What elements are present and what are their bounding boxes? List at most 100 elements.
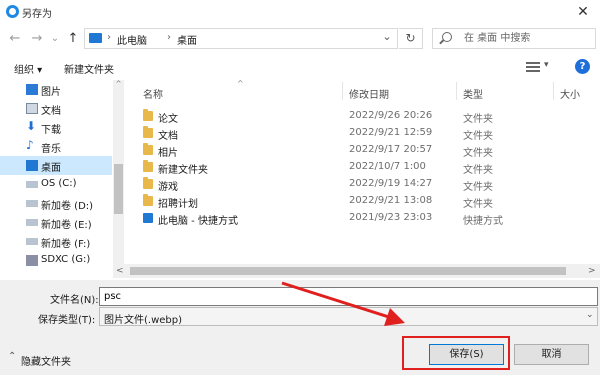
help-icon[interactable]: ? — [575, 59, 590, 74]
sidebar-item-drive-f[interactable]: 新加卷 (F:) — [0, 232, 112, 251]
file-date: 2022/9/21 13:08 — [349, 195, 433, 206]
search-input[interactable] — [464, 31, 590, 45]
hide-folders-toggle[interactable]: 隐藏文件夹 — [21, 353, 71, 368]
sort-ascending-icon: ^ — [237, 79, 244, 88]
sidebar-scroll-thumb[interactable] — [114, 164, 123, 214]
folder-icon — [143, 109, 153, 121]
column-header-date[interactable]: 修改日期 — [349, 86, 389, 101]
search-icon — [442, 32, 452, 42]
filename-label: 文件名(N): — [50, 295, 99, 306]
music-icon: ♪ — [26, 138, 34, 152]
scroll-left-icon[interactable]: < — [116, 266, 124, 276]
sidebar-item-label: 新加卷 (D:) — [41, 201, 94, 212]
file-type: 文件夹 — [463, 114, 493, 125]
file-date: 2021/9/23 23:03 — [349, 212, 433, 223]
sidebar-item-drive-d[interactable]: 新加卷 (D:) — [0, 194, 112, 213]
cancel-button[interactable]: 取消 — [514, 344, 589, 365]
title-bar — [0, 0, 600, 24]
chevron-up-icon[interactable]: ⌃ — [8, 351, 16, 362]
organize-button[interactable]: 组织 ▾ — [14, 61, 42, 76]
file-row[interactable]: 游戏 2022/9/19 14:27 文件夹 — [130, 176, 570, 193]
column-header-name[interactable]: 名称 — [143, 86, 163, 101]
column-divider[interactable] — [456, 82, 457, 100]
sidebar-item-label: OS (C:) — [41, 178, 77, 189]
scroll-right-icon[interactable]: > — [588, 266, 596, 276]
scroll-up-icon[interactable]: ^ — [113, 80, 124, 91]
forward-arrow-icon[interactable]: → — [28, 30, 46, 48]
view-options-icon[interactable] — [526, 62, 540, 72]
sidebar-item-label: 下载 — [41, 125, 61, 136]
column-header-type[interactable]: 类型 — [463, 86, 483, 101]
sidebar-item-pictures[interactable]: 图片 — [0, 80, 112, 99]
breadcrumb-this-pc[interactable]: 此电脑 — [117, 32, 147, 47]
sidebar-item-label: 新加卷 (E:) — [41, 220, 92, 231]
sidebar-item-downloads[interactable]: ⬇ 下载 — [0, 118, 112, 137]
filetype-value: 图片文件(.webp) — [104, 315, 183, 326]
folder-icon — [143, 160, 153, 172]
sidebar-item-sdxc-g[interactable]: SDXC (G:) — [0, 251, 112, 270]
file-row[interactable]: 此电脑 - 快捷方式 2021/9/23 23:03 快捷方式 — [130, 210, 570, 227]
navigation-pane: 图片 文档 ⬇ 下载 ♪ 音乐 桌面 OS (C:) 新加卷 (D:) 新加卷 … — [0, 80, 124, 280]
sidebar-item-drive-c[interactable]: OS (C:) — [0, 175, 112, 194]
refresh-icon[interactable]: ↻ — [399, 28, 423, 49]
sidebar-item-label: 图片 — [41, 87, 61, 98]
sidebar-item-label: 桌面 — [41, 163, 61, 174]
sd-card-icon — [26, 255, 38, 266]
view-dropdown-icon[interactable]: ▾ — [544, 60, 549, 70]
sidebar-item-label: 音乐 — [41, 144, 61, 155]
file-row[interactable]: 新建文件夹 2022/10/7 1:00 文件夹 — [130, 159, 570, 176]
sidebar-item-music[interactable]: ♪ 音乐 — [0, 137, 112, 156]
drive-icon — [26, 181, 38, 188]
sidebar-item-documents[interactable]: 文档 — [0, 99, 112, 118]
file-type: 文件夹 — [463, 165, 493, 176]
file-type: 快捷方式 — [463, 216, 503, 227]
file-row[interactable]: 文档 2022/9/21 12:59 文件夹 — [130, 125, 570, 142]
file-type: 文件夹 — [463, 199, 493, 210]
drive-icon — [26, 200, 38, 207]
file-name: 相片 — [158, 148, 178, 159]
folder-icon — [143, 177, 153, 189]
close-button[interactable]: ✕ — [572, 2, 594, 22]
filetype-label: 保存类型(T): — [38, 315, 96, 326]
file-row[interactable]: 相片 2022/9/17 20:57 文件夹 — [130, 142, 570, 159]
file-type: 文件夹 — [463, 148, 493, 159]
recent-locations-icon[interactable]: ⌄ — [46, 30, 64, 48]
file-row[interactable]: 论文 2022/9/26 20:26 文件夹 — [130, 108, 570, 125]
chevron-down-icon[interactable]: ⌄ — [586, 310, 594, 320]
column-divider[interactable] — [342, 82, 343, 100]
annotation-arrow-icon — [281, 281, 405, 326]
file-date: 2022/9/17 20:57 — [349, 144, 433, 155]
file-date: 2022/10/7 1:00 — [349, 161, 426, 172]
sidebar-item-label: 文档 — [41, 106, 61, 117]
column-header-size[interactable]: 大小 — [560, 86, 580, 101]
pictures-icon — [26, 84, 38, 95]
sidebar-item-label: SDXC (G:) — [41, 254, 91, 265]
file-name: 游戏 — [158, 182, 178, 193]
file-name: 论文 — [158, 114, 178, 125]
file-date: 2022/9/19 14:27 — [349, 178, 433, 189]
back-arrow-icon[interactable]: ← — [6, 30, 24, 48]
folder-icon — [143, 194, 153, 206]
file-name: 此电脑 - 快捷方式 — [158, 216, 238, 227]
sidebar-item-desktop[interactable]: 桌面 — [0, 156, 112, 175]
shortcut-icon — [143, 213, 153, 223]
drive-icon — [26, 219, 38, 226]
file-name: 招聘计划 — [158, 199, 198, 210]
column-divider[interactable] — [553, 82, 554, 100]
horizontal-scroll-thumb[interactable] — [130, 267, 566, 275]
this-pc-icon — [89, 33, 102, 43]
download-icon: ⬇ — [26, 119, 37, 133]
up-arrow-icon[interactable]: ↑ — [64, 30, 82, 48]
folder-icon — [143, 143, 153, 155]
app-icon — [6, 5, 19, 18]
highlight-box — [402, 336, 510, 370]
breadcrumb-desktop[interactable]: 桌面 — [177, 32, 197, 47]
folder-icon — [143, 126, 153, 138]
sidebar-item-drive-e[interactable]: 新加卷 (E:) — [0, 213, 112, 232]
chevron-down-icon[interactable]: ⌄ — [380, 30, 394, 46]
file-type: 文件夹 — [463, 182, 493, 193]
file-row[interactable]: 招聘计划 2022/9/21 13:08 文件夹 — [130, 193, 570, 210]
breadcrumb-separator: › — [107, 32, 111, 43]
file-name: 新建文件夹 — [158, 165, 208, 176]
new-folder-button[interactable]: 新建文件夹 — [64, 61, 114, 76]
